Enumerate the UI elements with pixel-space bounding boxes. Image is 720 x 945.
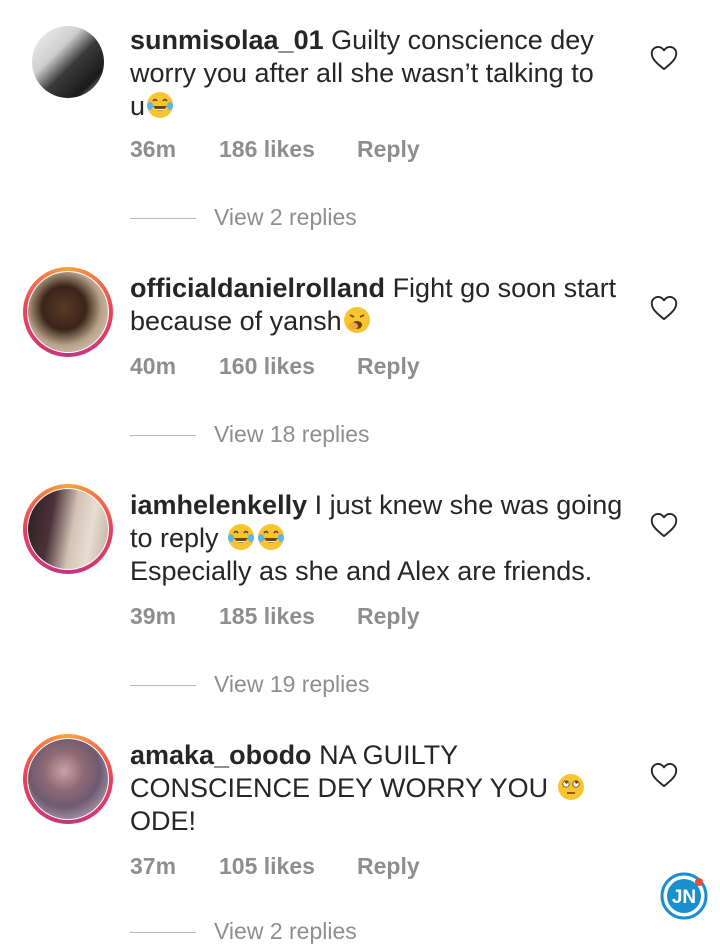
comment-username[interactable]: sunmisolaa_01 <box>130 25 324 55</box>
comment-text: amaka_obodo NA GUILTY CONSCIENCE DEY WOR… <box>130 739 630 838</box>
avatar[interactable] <box>23 484 113 574</box>
view-replies-label[interactable]: View 19 replies <box>214 671 370 698</box>
comment-likes[interactable]: 185 likes <box>219 603 315 630</box>
comment-time: 36m <box>130 136 177 162</box>
comment-body-line: ODE! <box>130 806 197 836</box>
comment-body: Fight go soon start <box>392 273 617 303</box>
avatar-photo <box>28 272 108 352</box>
comment-text: sunmisolaa_01 Guilty conscience dey worr… <box>130 24 630 123</box>
comment-body-line: worry you after all she wasn’t talking t… <box>130 58 594 88</box>
jn-logo-icon: JN <box>660 872 708 920</box>
comment-username[interactable]: iamhelenkelly <box>130 490 307 520</box>
comment-body-line: CONSCIENCE DEY WORRY YOU <box>130 773 549 803</box>
svg-text:JN: JN <box>672 887 696 908</box>
comment-body-line: u <box>130 91 146 121</box>
replies-divider <box>130 218 196 219</box>
comment-body: I just knew she was going <box>314 490 623 520</box>
replies-divider <box>130 932 196 933</box>
face-with-tears-of-joy-icon <box>226 522 256 552</box>
comment-body-line: because of yansh <box>130 306 342 336</box>
comment-time: 39m <box>130 603 177 629</box>
comment-likes[interactable]: 160 likes <box>219 353 315 380</box>
comment-text: iamhelenkelly I just knew she was going … <box>130 489 630 588</box>
avatar-photo <box>28 739 108 819</box>
comment-username[interactable]: amaka_obodo <box>130 740 312 770</box>
avatar-photo <box>28 489 108 569</box>
yawning-face-icon <box>342 305 372 335</box>
comment-body-line: to reply <box>130 523 219 553</box>
reply-button[interactable]: Reply <box>357 353 420 380</box>
face-with-tears-of-joy-icon <box>145 90 175 120</box>
reply-button[interactable]: Reply <box>357 136 420 163</box>
reply-button[interactable]: Reply <box>357 853 420 880</box>
comment-body: Guilty conscience dey <box>331 25 594 55</box>
comment-time: 37m <box>130 853 177 879</box>
avatar[interactable] <box>32 26 104 98</box>
face-with-rolling-eyes-icon <box>556 772 586 802</box>
heart-outline-icon[interactable] <box>650 512 678 538</box>
reply-button[interactable]: Reply <box>357 603 420 630</box>
comment-body-line: Especially as she and Alex are friends. <box>130 556 593 586</box>
avatar-photo <box>32 26 104 98</box>
comment-username[interactable]: officialdanielrolland <box>130 273 385 303</box>
view-replies-label[interactable]: View 18 replies <box>214 421 370 448</box>
heart-outline-icon[interactable] <box>650 45 678 71</box>
comment-time: 40m <box>130 353 177 379</box>
view-replies-label[interactable]: View 2 replies <box>214 204 357 231</box>
avatar[interactable] <box>23 734 113 824</box>
heart-outline-icon[interactable] <box>650 295 678 321</box>
comment-text: officialdanielrolland Fight go soon star… <box>130 272 630 338</box>
replies-divider <box>130 435 196 436</box>
face-with-tears-of-joy-icon <box>256 522 286 552</box>
avatar[interactable] <box>23 267 113 357</box>
heart-outline-icon[interactable] <box>650 762 678 788</box>
comment-likes[interactable]: 186 likes <box>219 136 315 163</box>
view-replies-label[interactable]: View 2 replies <box>214 918 357 945</box>
comment-likes[interactable]: 105 likes <box>219 853 315 880</box>
comment-body: NA GUILTY <box>319 740 459 770</box>
replies-divider <box>130 685 196 686</box>
